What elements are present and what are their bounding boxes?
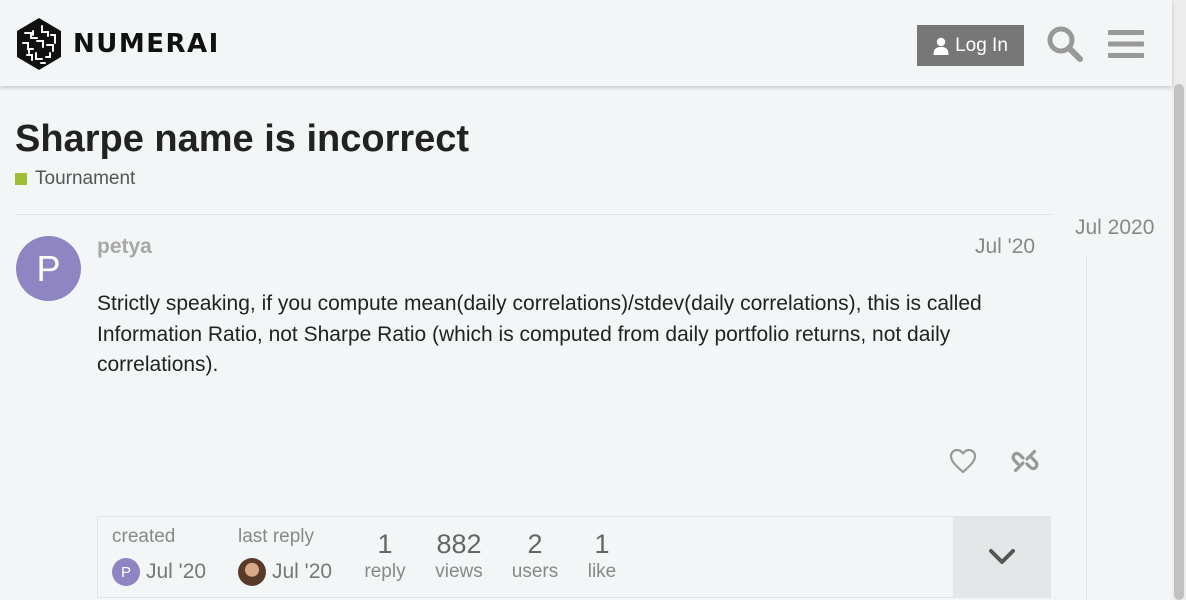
login-button[interactable]: Log In <box>917 25 1024 66</box>
views-stat: 882 views <box>428 529 490 583</box>
last-reply-label: last reply <box>238 526 315 547</box>
users-stat: 2 users <box>508 529 562 583</box>
category-color-badge <box>15 173 27 185</box>
menu-button[interactable] <box>1104 22 1148 66</box>
timeline-date[interactable]: Jul 2020 <box>1075 216 1154 240</box>
search-button[interactable] <box>1043 22 1087 66</box>
likes-stat: 1 like <box>580 529 624 583</box>
topic-divider <box>15 214 1053 215</box>
share-link-button[interactable] <box>1005 441 1045 481</box>
avatar-letter: P <box>36 247 61 289</box>
logo-text: NUMERAI <box>73 29 220 59</box>
likes-label: like <box>587 561 617 582</box>
chevron-down-icon <box>988 549 1015 564</box>
users-label: users <box>511 561 559 582</box>
heart-icon <box>949 448 977 474</box>
search-icon <box>1047 26 1083 62</box>
likes-count: 1 <box>594 529 610 559</box>
scrollbar-thumb[interactable] <box>1174 84 1184 600</box>
numerai-logo-icon <box>17 18 61 70</box>
timeline-track <box>1086 256 1087 600</box>
last-reply-avatar <box>238 558 266 586</box>
numerai-logo[interactable]: NUMERAI <box>15 17 220 71</box>
replies-stat: 1 reply <box>360 529 410 583</box>
created-value[interactable]: P Jul '20 <box>112 558 206 586</box>
post-body: Strictly speaking, if you compute mean(d… <box>97 292 982 376</box>
replies-count: 1 <box>377 529 393 559</box>
link-icon <box>1011 449 1039 473</box>
views-count: 882 <box>436 529 482 559</box>
post-author-avatar[interactable]: P <box>16 236 81 301</box>
post-date[interactable]: Jul '20 <box>975 235 1035 259</box>
topic-title[interactable]: Sharpe name is incorrect <box>15 118 469 161</box>
created-avatar: P <box>112 558 140 586</box>
user-icon <box>933 37 949 55</box>
login-label: Log In <box>955 34 1008 56</box>
replies-label: reply <box>364 561 406 582</box>
page-scrollbar[interactable] <box>1172 0 1186 600</box>
users-count: 2 <box>527 529 543 559</box>
last-reply-date: Jul '20 <box>272 560 333 583</box>
category-name: Tournament <box>35 168 136 189</box>
like-button[interactable] <box>943 441 983 481</box>
topic-map: created P Jul '20 last reply Jul '20 1 r… <box>97 516 1051 598</box>
topic-map-expand-button[interactable] <box>953 517 1050 597</box>
created-date: Jul '20 <box>146 560 207 583</box>
created-label: created <box>112 526 176 547</box>
post-author-username[interactable]: petya <box>97 235 152 259</box>
last-reply-value[interactable]: Jul '20 <box>238 558 332 586</box>
topic-category[interactable]: Tournament <box>15 168 135 190</box>
site-header: NUMERAI Log In <box>0 0 1172 86</box>
views-label: views <box>435 561 483 582</box>
hamburger-menu-icon <box>1108 30 1144 58</box>
